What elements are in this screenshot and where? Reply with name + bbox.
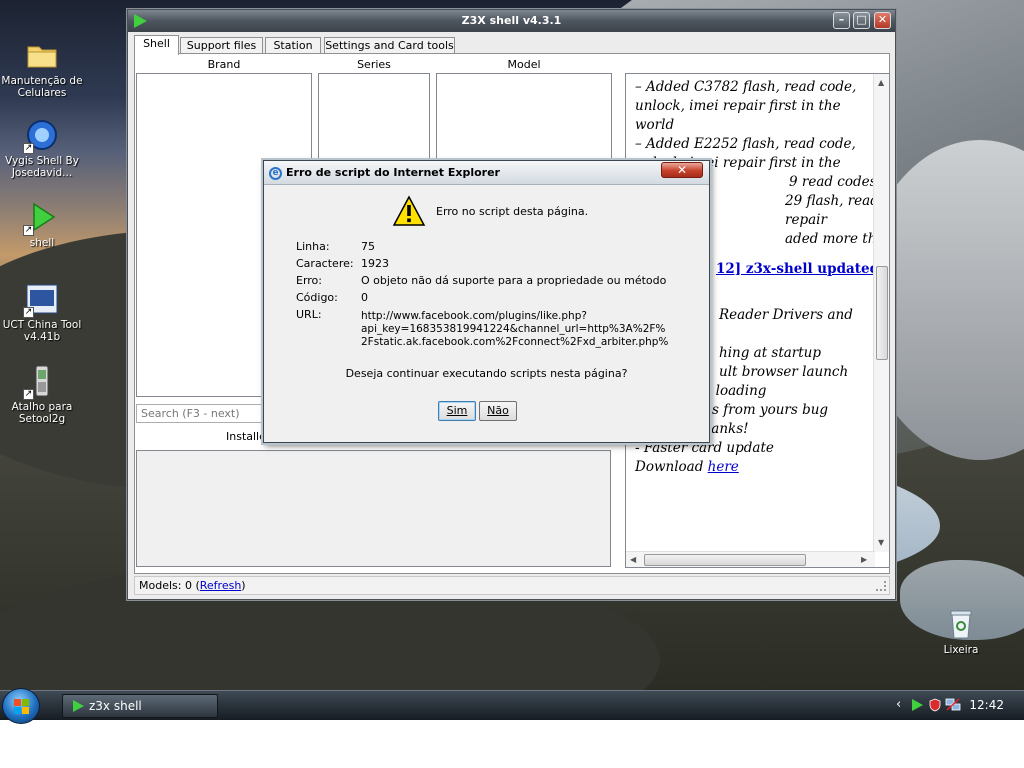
char-label: Caractere: bbox=[296, 257, 354, 270]
brand-column-header: Brand bbox=[207, 58, 241, 71]
shield-icon[interactable] bbox=[929, 698, 941, 712]
news-vertical-scrollbar[interactable]: ▲ ▼ bbox=[873, 74, 889, 552]
model-column-header: Model bbox=[507, 58, 541, 71]
desktop-icon-uct[interactable]: ↗ UCT China Tool v4.41b bbox=[0, 282, 84, 343]
minimize-button[interactable]: – bbox=[833, 12, 850, 29]
desktop-icon-label: Lixeira bbox=[943, 644, 979, 656]
desktop-icon-recycle-bin[interactable]: Lixeira bbox=[919, 607, 1003, 656]
phone-icon: ↗ bbox=[23, 364, 59, 400]
news-line: world bbox=[635, 117, 675, 133]
download-prefix: Download bbox=[635, 459, 708, 475]
shortcut-arrow-icon: ↗ bbox=[23, 225, 34, 236]
refresh-link[interactable]: Refresh bbox=[200, 579, 242, 592]
z3x-shell-icon bbox=[73, 700, 84, 712]
dialog-close-button[interactable]: ✕ bbox=[661, 162, 703, 178]
desktop-icon-label: shell bbox=[29, 237, 55, 249]
search-input[interactable]: Search (F3 - next) bbox=[136, 404, 272, 423]
uct-tool-icon: ↗ bbox=[23, 282, 59, 318]
scroll-left-icon[interactable]: ◀ bbox=[630, 555, 636, 564]
line-label: Linha: bbox=[296, 240, 330, 253]
taskbar: z3x shell ‹ 12:42 bbox=[0, 688, 1024, 724]
horizontal-scroll-thumb[interactable] bbox=[644, 554, 806, 566]
error-value: O objeto não dá suporte para a proprieda… bbox=[361, 274, 667, 287]
status-suffix: ) bbox=[241, 579, 246, 592]
yes-button[interactable]: Sim bbox=[438, 401, 476, 421]
close-button[interactable]: ✕ bbox=[874, 12, 891, 29]
desktop-icon-vygis-shell[interactable]: ↗ Vygis Shell By Josedavid... bbox=[0, 118, 84, 179]
network-icon[interactable] bbox=[945, 698, 961, 712]
system-tray: ‹ 12:42 bbox=[890, 691, 1024, 721]
news-line: – Added E2252 flash, read code, bbox=[635, 136, 856, 152]
dialog-title-bar[interactable]: e Erro de script do Internet Explorer ✕ bbox=[264, 161, 709, 185]
desktop-icon-label: UCT China Tool v4.41b bbox=[2, 319, 82, 343]
news-line: unlock, imei repair first in the bbox=[635, 98, 841, 114]
vertical-scroll-thumb[interactable] bbox=[876, 266, 888, 360]
maximize-button[interactable]: □ bbox=[853, 12, 870, 29]
models-count: Models: 0 ( bbox=[139, 579, 200, 592]
status-bar: Models: 0 (Refresh) bbox=[134, 576, 890, 595]
vygis-shell-icon: ↗ bbox=[23, 118, 59, 154]
z3x-shell-icon bbox=[134, 14, 147, 28]
tab-station[interactable]: Station bbox=[265, 37, 321, 54]
app-title: Z3X shell v4.3.1 bbox=[461, 14, 562, 27]
series-column-header: Series bbox=[357, 58, 391, 71]
app-title-bar[interactable]: Z3X shell v4.3.1 – □ ✕ bbox=[128, 10, 895, 32]
script-error-dialog: e Erro de script do Internet Explorer ✕ … bbox=[263, 160, 710, 443]
download-here-link[interactable]: here bbox=[708, 459, 739, 475]
installed-list[interactable] bbox=[136, 450, 611, 567]
desktop-icon-label: Vygis Shell By Josedavid... bbox=[5, 155, 79, 179]
windows-logo-icon bbox=[14, 699, 29, 714]
shortcut-arrow-icon: ↗ bbox=[23, 307, 34, 318]
desktop-icon-label: Manutenção de Celulares bbox=[1, 75, 83, 99]
news-line: – Added C3782 flash, read code, bbox=[635, 79, 857, 95]
dialog-message: Erro no script desta página. bbox=[436, 205, 589, 218]
z3x-shell-icon: ↗ bbox=[23, 200, 59, 236]
desktop-icon-setool[interactable]: ↗ Atalho para Setool2g bbox=[0, 364, 84, 425]
no-button[interactable]: Não bbox=[479, 401, 517, 421]
code-value: 0 bbox=[361, 291, 368, 304]
z3x-tray-icon[interactable] bbox=[912, 699, 923, 711]
chevron-left-icon[interactable]: ‹ bbox=[896, 697, 901, 712]
recycle-bin-icon bbox=[944, 607, 978, 641]
tab-settings-card-tools[interactable]: Settings and Card tools bbox=[324, 37, 455, 54]
url-label: URL: bbox=[296, 308, 322, 321]
desktop-icon-label: Atalho para Setool2g bbox=[11, 401, 73, 425]
dialog-question: Deseja continuar executando scripts nest… bbox=[345, 367, 628, 380]
scroll-down-icon[interactable]: ▼ bbox=[878, 538, 884, 547]
resize-grip[interactable] bbox=[876, 581, 886, 591]
scroll-right-icon[interactable]: ▶ bbox=[861, 555, 867, 564]
shortcut-arrow-icon: ↗ bbox=[23, 143, 34, 154]
news-horizontal-scrollbar[interactable]: ◀ ▶ bbox=[626, 551, 875, 567]
taskbar-item-z3x-shell[interactable]: z3x shell bbox=[62, 694, 218, 718]
url-value: http://www.facebook.com/plugins/like.php… bbox=[361, 310, 669, 348]
folder-icon bbox=[25, 38, 59, 72]
installed-label: Installe bbox=[226, 430, 266, 443]
char-value: 1923 bbox=[361, 257, 389, 270]
tab-shell[interactable]: Shell bbox=[134, 35, 179, 55]
line-value: 75 bbox=[361, 240, 375, 253]
error-label: Erro: bbox=[296, 274, 322, 287]
warning-icon bbox=[392, 195, 426, 226]
taskbar-item-label: z3x shell bbox=[89, 699, 142, 713]
clock[interactable]: 12:42 bbox=[969, 698, 1004, 712]
news-download-line: Download here bbox=[635, 458, 863, 477]
scroll-up-icon[interactable]: ▲ bbox=[878, 78, 884, 87]
tab-support-files[interactable]: Support files bbox=[180, 37, 263, 54]
start-button[interactable] bbox=[2, 688, 40, 724]
dialog-title: Erro de script do Internet Explorer bbox=[286, 166, 500, 179]
internet-explorer-icon: e bbox=[269, 167, 282, 180]
desktop-icon-shell[interactable]: ↗ shell bbox=[0, 200, 84, 249]
shortcut-arrow-icon: ↗ bbox=[23, 389, 34, 400]
code-label: Código: bbox=[296, 291, 338, 304]
desktop-icon-manutencao[interactable]: Manutenção de Celulares bbox=[0, 38, 84, 99]
